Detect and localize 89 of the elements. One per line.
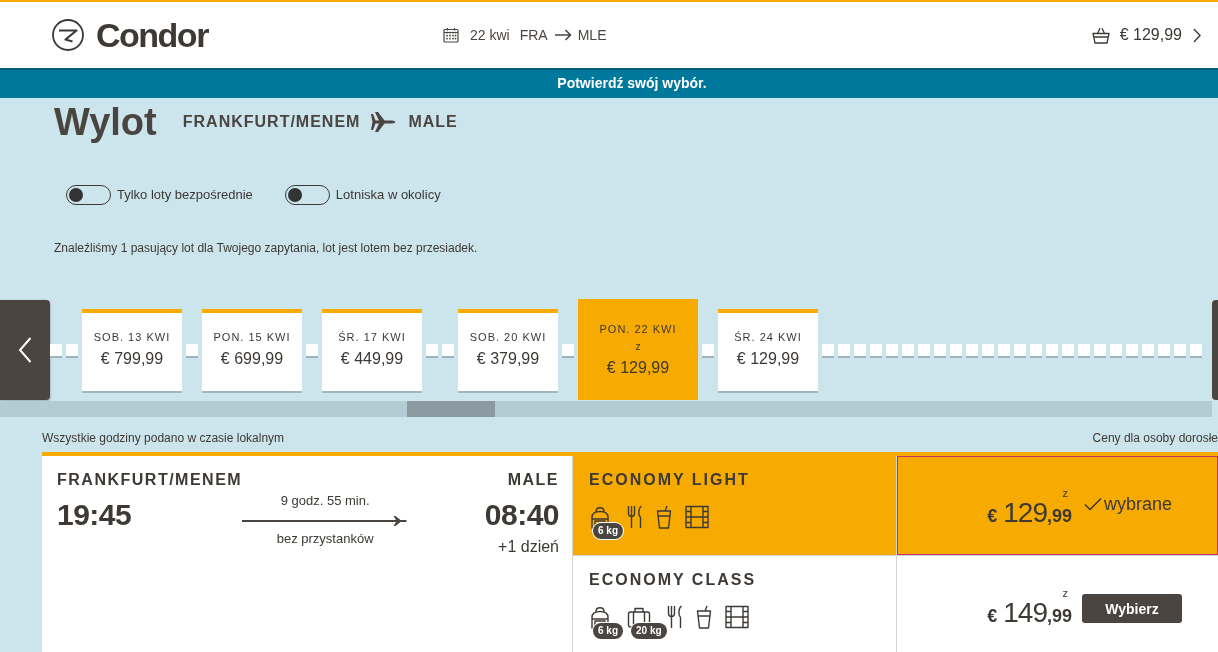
- results-message: Znaleźliśmy 1 pasujący lot dla Twojego zapytania, lot jest lotem bez przesiadek.: [54, 240, 479, 256]
- departure-city: FRANKFURT/MENEM: [57, 471, 243, 489]
- empty-day-marker: [1062, 343, 1074, 356]
- logo-emblem-icon: [52, 19, 84, 51]
- empty-day-marker: [1078, 343, 1090, 356]
- destination-code: MLE: [577, 26, 607, 44]
- empty-day-marker: [854, 343, 866, 356]
- price-prefix: z: [1062, 488, 1068, 498]
- empty-day-marker: [50, 343, 62, 356]
- fare-name: ECONOMY CLASS: [589, 571, 758, 589]
- flight-duration: 9 godz. 55 min.: [280, 493, 370, 509]
- empty-day-marker: [562, 343, 574, 356]
- empty-day-marker: [1142, 343, 1154, 356]
- fare-price-option[interactable]: z € 149,99 Wybierz: [897, 556, 1218, 652]
- trip-date: 22 kwi: [470, 26, 510, 44]
- empty-day-marker: [886, 343, 898, 356]
- empty-day-marker: [442, 343, 454, 356]
- scrollbar-track[interactable]: [0, 401, 1212, 417]
- empty-day-marker: [702, 343, 714, 356]
- fare-price-option[interactable]: z € 129,99 wybrane: [897, 456, 1218, 555]
- chevron-right-icon[interactable]: [1193, 27, 1201, 43]
- price-prefix: z: [1062, 588, 1068, 598]
- empty-day-marker: [1126, 343, 1138, 356]
- scrollbar-thumb[interactable]: [407, 401, 495, 417]
- page-title: Wylot: [54, 100, 157, 144]
- empty-day-marker: [306, 343, 318, 356]
- stops-info: bez przystanków: [276, 531, 374, 547]
- arrival-time: 08:40: [484, 498, 559, 532]
- empty-day-marker: [1158, 343, 1170, 356]
- date-card[interactable]: ŚR. 24 KWI € 129,99: [718, 308, 818, 391]
- airplane-icon: [370, 111, 397, 133]
- empty-day-marker: [1174, 343, 1186, 356]
- empty-day-marker: [1046, 343, 1058, 356]
- empty-day-marker: [426, 343, 438, 356]
- empty-day-marker: [1190, 343, 1202, 356]
- empty-day-marker: [934, 343, 946, 356]
- empty-day-marker: [998, 343, 1010, 356]
- empty-day-marker: [838, 343, 850, 356]
- date-card[interactable]: PON. 15 KWI € 699,99: [202, 308, 302, 391]
- calendar-icon: [443, 27, 459, 43]
- fare-name: ECONOMY LIGHT: [589, 471, 751, 489]
- weight-badge: 6 kg: [593, 523, 623, 539]
- route-origin: FRANKFURT/MENEM: [182, 112, 361, 132]
- route-destination: MALE: [408, 112, 458, 132]
- empty-day-marker: [966, 343, 978, 356]
- empty-day-marker: [982, 343, 994, 356]
- date-card[interactable]: PON. 22 KWI z € 129,99: [578, 299, 698, 400]
- fork-knife-icon: [627, 505, 643, 529]
- basket-icon: [1091, 26, 1110, 44]
- departure-time: 19:45: [57, 498, 132, 532]
- fare-price: € 149,99: [987, 598, 1072, 630]
- arrow-right-icon: [553, 29, 572, 41]
- empty-day-marker: [1110, 343, 1122, 356]
- weight-badge: 6 kg: [593, 623, 623, 639]
- timezone-note: Wszystkie godziny podano w czasie lokalnym: [42, 430, 285, 446]
- empty-day-marker: [950, 343, 962, 356]
- empty-day-marker: [186, 343, 198, 356]
- date-card[interactable]: SOB. 20 KWI € 379,99: [458, 308, 558, 391]
- empty-day-marker: [1030, 343, 1042, 356]
- film-icon: [685, 505, 709, 529]
- selected-label: wybrane: [1104, 493, 1173, 515]
- arrival-city: MALE: [507, 471, 559, 489]
- select-fare-button[interactable]: Wybierz: [1082, 594, 1182, 623]
- day-offset: +1 dzień: [498, 538, 559, 556]
- empty-day-marker: [1014, 343, 1026, 356]
- fare-price: € 129,99: [987, 498, 1072, 530]
- empty-day-marker: [822, 343, 834, 356]
- filter-label: Lotniska w okolicy: [335, 187, 441, 203]
- confirmation-banner: Potwierdź swój wybór.: [0, 68, 1218, 98]
- filter-label: Tylko loty bezpośrednie: [117, 187, 253, 203]
- origin-code: FRA: [519, 26, 548, 44]
- film-icon: [725, 605, 749, 629]
- empty-day-marker: [870, 343, 882, 356]
- price-note: Ceny dla osoby dorosłe: [1092, 430, 1218, 446]
- basket-total: € 129,99: [1119, 25, 1182, 45]
- empty-day-marker: [66, 343, 78, 356]
- date-card[interactable]: SOB. 13 KWI € 799,99: [82, 308, 182, 391]
- empty-day-marker: [1094, 343, 1106, 356]
- logo-wordmark: Condor: [96, 18, 208, 52]
- chevron-left-icon: [18, 336, 32, 363]
- date-card[interactable]: ŚR. 17 KWI € 449,99: [322, 308, 422, 391]
- weight-badge: 20 kg: [631, 623, 667, 639]
- previous-dates-button[interactable]: [0, 299, 50, 400]
- empty-day-marker: [918, 343, 930, 356]
- fork-knife-icon: [667, 605, 683, 629]
- cup-icon: [696, 605, 712, 629]
- empty-day-marker: [902, 343, 914, 356]
- cup-icon: [656, 505, 672, 529]
- checkmark-icon: [1084, 497, 1102, 511]
